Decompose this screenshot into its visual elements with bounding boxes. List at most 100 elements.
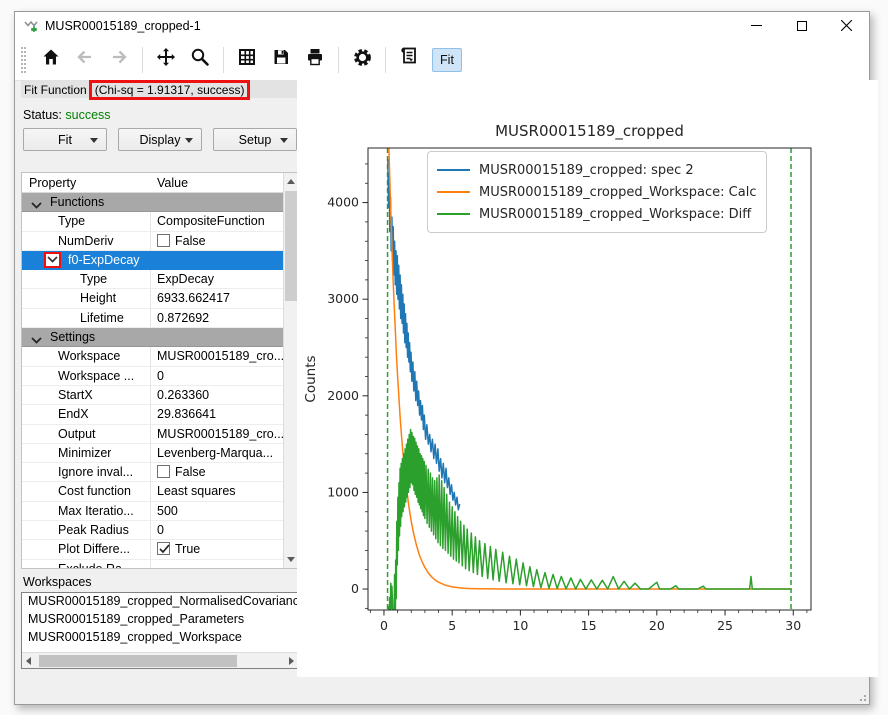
property-grid-scrollbar[interactable] (283, 173, 298, 568)
titlebar[interactable]: MUSR00015189_cropped-1 (15, 12, 869, 39)
property-column-header: Property (29, 176, 76, 190)
property-row[interactable]: TypeCompositeFunction (22, 212, 284, 231)
chi-squared-result-annotated: (Chi-sq = 1.91317, success) (89, 80, 251, 100)
property-row[interactable]: StartX0.263360 (22, 386, 284, 405)
property-name: Plot Differe... (58, 542, 130, 556)
fit-menu-button[interactable]: Fit (23, 128, 107, 151)
property-value[interactable]: MUSR00015189_cro... (157, 427, 284, 441)
section-row-settings[interactable]: Settings (22, 328, 284, 347)
property-row[interactable]: Workspace ...0 (22, 367, 284, 386)
property-grid-header: Property Value (22, 173, 284, 193)
workspace-list-item[interactable]: MUSR00015189_cropped_Parameters (22, 611, 298, 629)
svg-text:30: 30 (785, 618, 801, 633)
checkbox[interactable] (157, 234, 170, 247)
menu-label: Setup (239, 133, 272, 147)
property-row[interactable]: TypeExpDecay (22, 270, 284, 289)
property-row[interactable]: MinimizerLevenberg-Marqua... (22, 444, 284, 463)
svg-text:2000: 2000 (327, 388, 359, 403)
pan-icon (156, 47, 176, 72)
generate-script-button[interactable] (394, 45, 424, 75)
toolbar-drag-handle[interactable] (21, 47, 26, 73)
property-value[interactable]: 500 (157, 504, 178, 518)
forward-arrow-button[interactable] (104, 45, 134, 75)
checkbox[interactable] (157, 465, 170, 478)
plot-toolbar: Fit (15, 39, 869, 81)
property-row[interactable]: EndX 29.836641 (22, 405, 284, 424)
display-menu-button[interactable]: Display (118, 128, 202, 151)
property-value[interactable]: ExpDecay (157, 272, 214, 286)
property-row[interactable]: Height6933.662417 (22, 289, 284, 308)
property-row[interactable]: Exclude Ra... (22, 560, 284, 568)
y-axis-label: Counts (303, 355, 319, 402)
plot-title: MUSR00015189_cropped (495, 122, 684, 141)
property-value[interactable]: 0 (157, 523, 164, 537)
scroll-down-icon[interactable] (287, 557, 295, 562)
property-value[interactable]: 0 (157, 369, 164, 383)
subplots-grid-button[interactable] (232, 45, 262, 75)
workspace-list-item[interactable]: MUSR00015189_cropped_Workspace (22, 629, 298, 647)
settings-gear-button[interactable] (347, 45, 377, 75)
svg-text:4000: 4000 (327, 195, 359, 210)
save-button[interactable] (266, 45, 296, 75)
property-value[interactable]: 0.872692 (157, 311, 209, 325)
minimize-button[interactable] (734, 12, 779, 39)
workspace-list-item[interactable]: MUSR00015189_cropped_NormalisedCovarianc (22, 593, 298, 611)
property-row[interactable]: Max Iteratio... 500 (22, 502, 284, 521)
fit-function-bar: Fit Function (Chi-sq = 1.91317, success) (21, 81, 299, 98)
workspaces-horizontal-scrollbar[interactable] (22, 652, 298, 668)
property-row[interactable]: Plot Differe...True (22, 540, 284, 559)
property-row[interactable]: NumDerivFalse (22, 232, 284, 251)
svg-text:0: 0 (380, 618, 388, 633)
chevron-down-icon (47, 256, 58, 263)
legend-entry: MUSR00015189_cropped_Workspace: Calc (437, 181, 756, 203)
back-arrow-button[interactable] (70, 45, 100, 75)
plot-area[interactable]: 05101520253001000200030004000MUSR0001518… (297, 80, 878, 677)
chevron-down-icon (31, 337, 42, 344)
property-row[interactable]: OutputMUSR00015189_cro... (22, 425, 284, 444)
fit-toggle-button[interactable]: Fit (432, 48, 462, 72)
print-button[interactable] (300, 45, 330, 75)
toolbar-separator (338, 47, 339, 73)
home-button[interactable] (36, 45, 66, 75)
svg-text:15: 15 (581, 618, 597, 633)
function-row-f0-ExpDecay[interactable]: f0-ExpDecay (22, 251, 284, 270)
property-value[interactable]: 0.263360 (157, 388, 209, 402)
subplots-grid-icon (237, 47, 257, 72)
property-value[interactable]: MUSR00015189_cro... (157, 349, 284, 363)
property-name: Workspace (58, 349, 120, 363)
setup-menu-button[interactable]: Setup (213, 128, 297, 151)
property-row[interactable]: Workspace MUSR00015189_cro... (22, 347, 284, 366)
checkbox-label: False (175, 465, 206, 479)
property-name: Max Iteratio... (58, 504, 134, 518)
scroll-up-icon[interactable] (287, 179, 295, 184)
resize-grip[interactable] (856, 691, 866, 701)
close-button[interactable] (824, 12, 869, 39)
property-value[interactable]: Levenberg-Marqua... (157, 446, 273, 460)
property-value[interactable]: 6933.662417 (157, 291, 230, 305)
property-name: EndX (58, 407, 89, 421)
hscrollbar-thumb[interactable] (39, 655, 237, 667)
property-value[interactable]: Least squares (157, 484, 236, 498)
property-row[interactable]: Cost functionLeast squares (22, 482, 284, 501)
fit-browser-menus: Fit Display Setup (23, 128, 297, 151)
expand-chevron-annotated[interactable] (44, 252, 61, 268)
scroll-left-icon[interactable] (26, 657, 31, 665)
legend-label: MUSR00015189_cropped_Workspace: Diff (479, 207, 751, 222)
property-row[interactable]: Peak Radius0 (22, 521, 284, 540)
fit-property-browser: Property Value FunctionsTypeCompositeFun… (21, 172, 299, 569)
property-row[interactable]: Ignore inval...False (22, 463, 284, 482)
checkbox-label: False (175, 234, 206, 248)
svg-text:5: 5 (448, 618, 456, 633)
property-value[interactable]: 29.836641 (157, 407, 216, 421)
maximize-button[interactable] (779, 12, 824, 39)
maximize-icon (797, 21, 807, 31)
svg-text:25: 25 (717, 618, 733, 633)
property-value[interactable]: CompositeFunction (157, 214, 265, 228)
scroll-right-icon[interactable] (289, 657, 294, 665)
section-row-functions[interactable]: Functions (22, 193, 284, 212)
zoom-button[interactable] (185, 45, 215, 75)
property-row[interactable]: Lifetime0.872692 (22, 309, 284, 328)
chevron-down-icon (280, 138, 288, 143)
checkbox[interactable] (157, 542, 170, 555)
pan-button[interactable] (151, 45, 181, 75)
